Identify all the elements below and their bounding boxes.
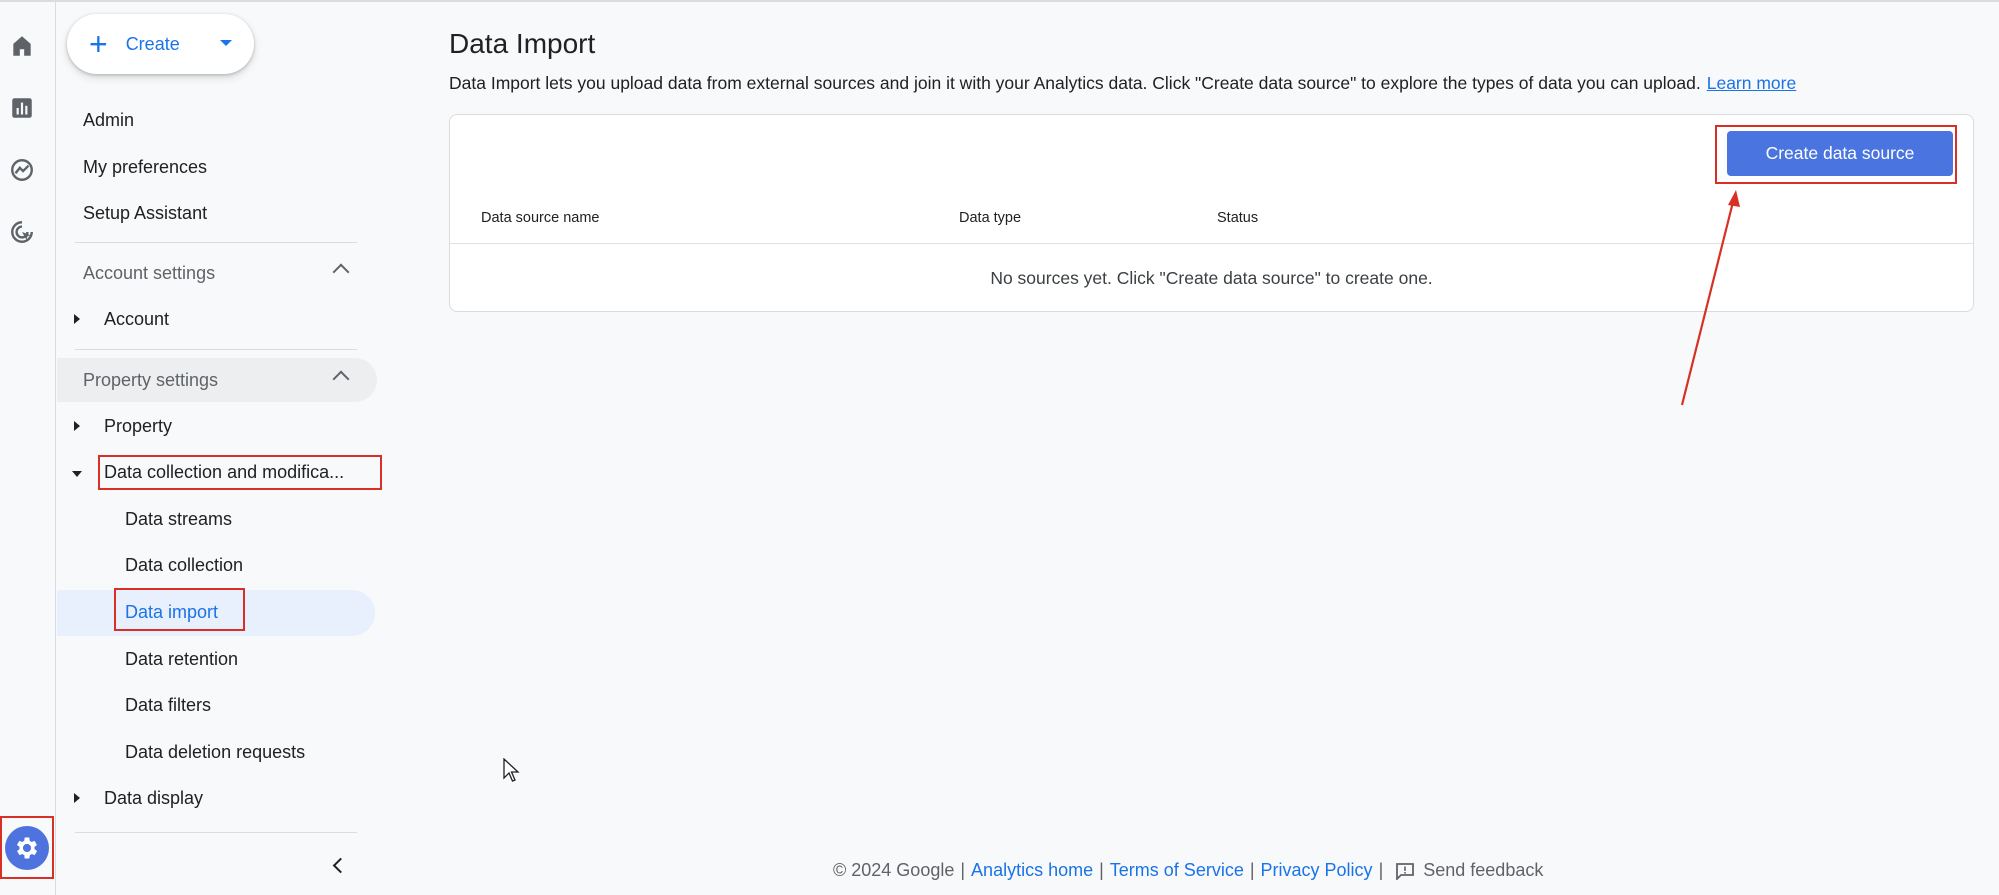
privacy-policy-link[interactable]: Privacy Policy — [1261, 860, 1373, 881]
analytics-home-link[interactable]: Analytics home — [971, 860, 1093, 881]
mouse-cursor-icon — [503, 758, 520, 782]
copyright: © 2024 Google — [833, 860, 955, 880]
footer: © 2024 Google | Analytics home | Terms o… — [833, 860, 1544, 881]
annotation-arrow — [1680, 190, 1740, 406]
send-feedback-link[interactable]: Send feedback — [1423, 860, 1543, 881]
feedback-icon[interactable] — [1395, 862, 1415, 880]
terms-of-service-link[interactable]: Terms of Service — [1110, 860, 1244, 881]
